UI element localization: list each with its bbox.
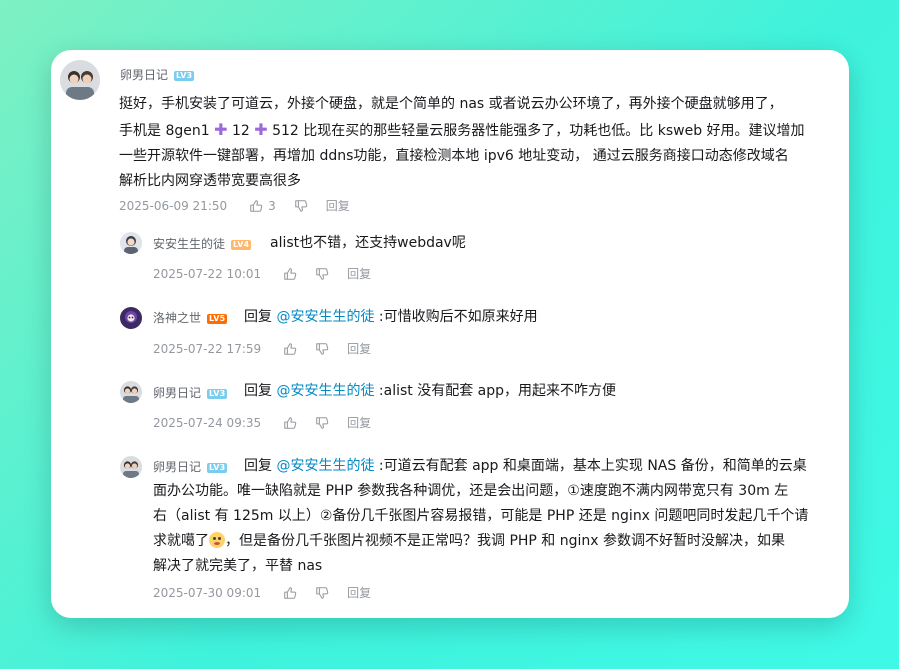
mention-link[interactable]: @安安生生的徒 (276, 309, 374, 325)
comment-text: 手机是 8gen1 (119, 123, 210, 139)
comment-time: 2025-06-09 21:50 (119, 199, 228, 213)
reply-content: 回复 @安安生生的徒 :可道云有配套 app 和桌面端，基本上实现 NAS 备份… (244, 454, 807, 479)
reply-line: 解决了就完美了，平替 nas (153, 558, 323, 574)
reply-text: 求就噶了 (153, 533, 209, 549)
reply-time: 2025-07-22 17:59 (153, 342, 262, 356)
reply-prefix: 回复 (244, 458, 272, 474)
reply-content: 回复 @安安生生的徒 :可惜收购后不如原来好用 (244, 305, 538, 330)
comment-line: 一些开源软件一键部署，再增加 ddns功能，直接检测本地 ipv6 地址变动， … (119, 148, 789, 164)
like-icon[interactable] (283, 342, 297, 356)
comment-line: 手机是 8gen1 ✚ 12 ✚ 512 比现在买的那些轻量云服务器性能强多了，… (119, 117, 805, 144)
dislike-icon[interactable] (315, 267, 329, 281)
username-text[interactable]: 卵男日记 (120, 68, 168, 82)
username[interactable]: 安安生生的徒 LV4 (153, 236, 252, 252)
reply-time: 2025-07-24 09:35 (153, 416, 262, 430)
comment-content: 挺好，手机安装了可道云，外接个硬盘，就是个简单的 nas 或者说云办公环境了，再… (119, 92, 805, 194)
reply-text: :可惜收购后不如原来好用 (378, 309, 538, 325)
reply-content-continued: 面办公功能。唯一缺陷就是 PHP 参数我各种调优，还是会出问题，①速度跑不满内网… (153, 479, 808, 579)
dislike-icon[interactable] (315, 342, 329, 356)
comment-text: 比现在买的那些轻量云服务器性能强多了，功耗也低。比 ksweb 好用。建议增加 (303, 123, 805, 139)
reply-line: 面办公功能。唯一缺陷就是 PHP 参数我各种调优，还是会出问题，①速度跑不满内网… (153, 483, 789, 499)
avatar[interactable] (60, 60, 100, 100)
like-count: 3 (268, 199, 276, 213)
avatar[interactable] (120, 381, 142, 403)
plus-icon: ✚ (214, 120, 228, 139)
username-text[interactable]: 卵男日记 (153, 386, 201, 400)
reply-text: alist也不错，还支持webdav呢 (270, 235, 466, 251)
like-icon[interactable] (283, 267, 297, 281)
comment-meta: 2025-06-09 21:50 3 回复 (119, 198, 350, 214)
username-text[interactable]: 洛神之世 (153, 311, 201, 325)
level-badge: LV4 (231, 240, 252, 250)
dislike-icon[interactable] (294, 199, 308, 213)
level-badge: LV3 (207, 463, 228, 473)
reply-button[interactable]: 回复 (347, 341, 371, 357)
reply-content: alist也不错，还支持webdav呢 (270, 231, 466, 256)
avatar[interactable] (120, 232, 142, 254)
plus-icon: ✚ (254, 120, 268, 139)
avatar[interactable] (120, 456, 142, 478)
reply-meta: 2025-07-22 17:59 回复 (153, 341, 371, 357)
comment-line: 挺好，手机安装了可道云，外接个硬盘，就是个简单的 nas 或者说云办公环境了，再… (119, 96, 783, 112)
reply-time: 2025-07-30 09:01 (153, 586, 262, 600)
username-text[interactable]: 卵男日记 (153, 460, 201, 474)
reply-meta: 2025-07-24 09:35 回复 (153, 415, 371, 431)
reply-meta: 2025-07-22 10:01 回复 (153, 266, 371, 282)
reply-button[interactable]: 回复 (326, 198, 350, 214)
like-icon[interactable] (283, 416, 297, 430)
reply-button[interactable]: 回复 (347, 415, 371, 431)
level-badge: LV3 (174, 71, 195, 81)
reply-meta: 2025-07-30 09:01 回复 (153, 585, 371, 601)
mention-link[interactable]: @安安生生的徒 (276, 458, 374, 474)
username[interactable]: 洛神之世 LV5 (153, 310, 228, 326)
reply-content: 回复 @安安生生的徒 :alist 没有配套 app，用起来不咋方便 (244, 379, 616, 404)
dislike-icon[interactable] (315, 586, 329, 600)
reply-prefix: 回复 (244, 309, 272, 325)
reply-line: 求就噶了 ，但是备份几千张图片视频不是正常吗？我调 PHP 和 nginx 参数调… (153, 529, 808, 554)
like-icon[interactable] (283, 586, 297, 600)
dizzy-face-emoji-icon (209, 532, 225, 548)
reply-text: :可道云有配套 app 和桌面端，基本上实现 NAS 备份，和简单的云桌 (378, 458, 807, 474)
username-text[interactable]: 安安生生的徒 (153, 237, 225, 251)
username[interactable]: 卵男日记 LV3 (120, 67, 195, 83)
reply-text: :alist 没有配套 app，用起来不咋方便 (378, 383, 617, 399)
comment-text: 512 (272, 123, 299, 139)
level-badge: LV3 (207, 389, 228, 399)
username[interactable]: 卵男日记 LV3 (153, 459, 228, 475)
dislike-icon[interactable] (315, 416, 329, 430)
reply-time: 2025-07-22 10:01 (153, 267, 262, 281)
username[interactable]: 卵男日记 LV3 (153, 385, 228, 401)
reply-line: 右（alist 有 125m 以上）②备份几千张图片容易报错，可能是 PHP 还… (153, 508, 809, 524)
mention-link[interactable]: @安安生生的徒 (276, 383, 374, 399)
reply-prefix: 回复 (244, 383, 272, 399)
level-badge: LV5 (207, 314, 228, 324)
reply-text: ，但是备份几千张图片视频不是正常吗？我调 PHP 和 nginx 参数调不好暂时… (225, 533, 786, 549)
avatar[interactable] (120, 307, 142, 329)
reply-button[interactable]: 回复 (347, 266, 371, 282)
comment-text: 12 (231, 123, 250, 139)
comment-line: 解析比内网穿透带宽要高很多 (119, 173, 301, 189)
reply-button[interactable]: 回复 (347, 585, 371, 601)
like-icon[interactable] (249, 199, 263, 213)
comment-card: 卵男日记 LV3 挺好，手机安装了可道云，外接个硬盘，就是个简单的 nas 或者说… (51, 50, 849, 618)
